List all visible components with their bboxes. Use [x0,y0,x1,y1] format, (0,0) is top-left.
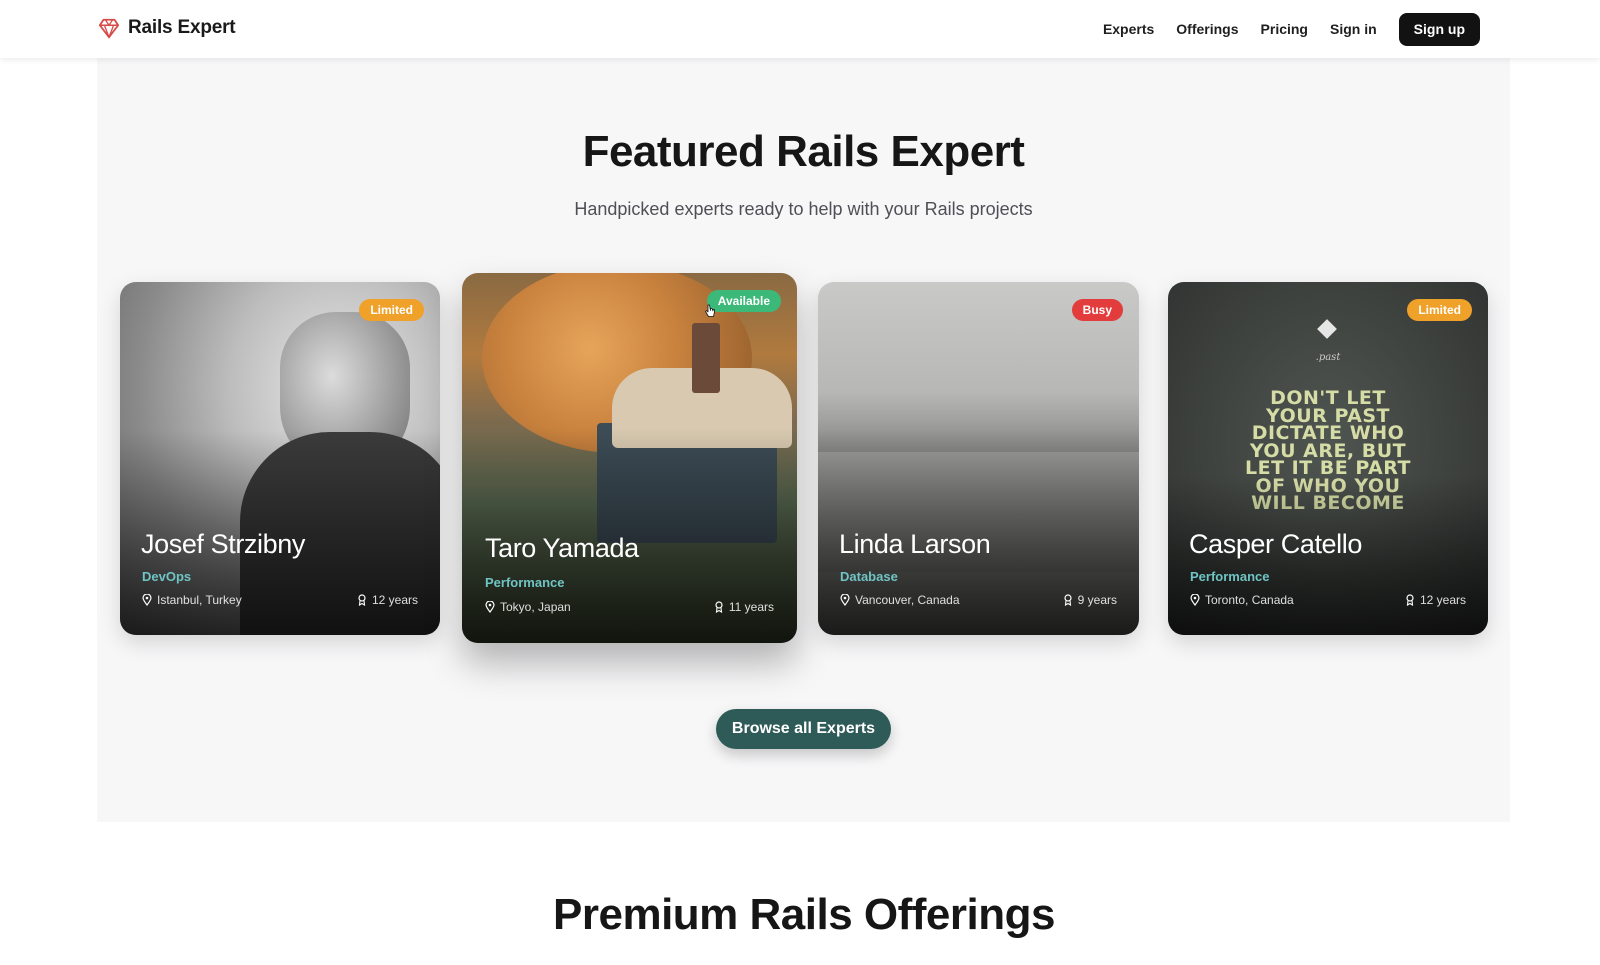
nav-experts[interactable]: Experts [1103,12,1154,46]
expert-name: Josef Strzibny [141,529,305,559]
experience-text: 9 years [1077,593,1117,607]
experience: 12 years [1405,593,1466,607]
hand-cursor-icon [705,304,715,317]
award-icon [1064,594,1072,606]
brand-name: Rails Expert [128,17,236,38]
award-icon [358,594,366,606]
featured-title: Featured Rails Expert [582,127,1025,176]
expert-name: Taro Yamada [485,533,639,563]
expert-name: Linda Larson [839,529,991,559]
expert-meta: Toronto, Canada 12 years [1190,593,1466,607]
experience: 11 years [714,600,774,614]
location: Vancouver, Canada [840,593,960,607]
nav-pricing[interactable]: Pricing [1261,12,1308,46]
expert-meta: Vancouver, Canada 9 years [840,593,1117,607]
location-pin-icon [1190,594,1200,606]
location: Tokyo, Japan [485,600,571,614]
sign-up-button[interactable]: Sign up [1398,12,1480,46]
location-text: Vancouver, Canada [855,593,960,607]
experience-text: 12 years [1419,593,1466,607]
expert-meta: Tokyo, Japan 11 years [485,600,774,614]
award-icon [1406,594,1414,606]
status-badge: Limited [1407,299,1472,321]
browse-all-experts-button[interactable]: Browse all Experts [716,709,891,749]
chimney [692,323,720,393]
expert-specialty: Performance [1190,569,1270,584]
brand[interactable]: Rails Expert [98,17,236,39]
expert-card-taro-yamada[interactable]: Available Taro Yamada Performance Tokyo,… [462,273,797,643]
experience-text: 12 years [371,593,418,607]
expert-meta: Istanbul, Turkey 12 years [142,593,418,607]
experience: 12 years [357,593,418,607]
experience: 9 years [1063,593,1117,607]
top-navbar: Rails Expert Experts Offerings Pricing S… [0,0,1600,58]
location: Istanbul, Turkey [142,593,242,607]
expert-specialty: Database [840,569,898,584]
expert-card-josef-strzibny[interactable]: Limited Josef Strzibny DevOps Istanbul, … [120,282,440,635]
location-pin-icon [840,594,850,606]
nav-offerings[interactable]: Offerings [1176,12,1238,46]
experience-text: 11 years [728,600,774,614]
status-badge: Busy [1071,299,1123,321]
location-text: Istanbul, Turkey [157,593,242,607]
expert-specialty: DevOps [142,569,192,584]
quote-caption: .past [1315,352,1341,363]
location-pin-icon [142,594,152,606]
status-badge: Limited [359,299,424,321]
featured-subtitle: Handpicked experts ready to help with yo… [574,199,1033,219]
expert-card-casper-catello[interactable]: .past DON'T LET YOUR PAST DICTATE WHO YO… [1168,282,1488,635]
location-pin-icon [485,601,495,613]
location-text: Toronto, Canada [1205,593,1294,607]
main-nav: Experts Offerings Pricing Sign in Sign u… [1081,12,1480,46]
ruby-gem-icon [98,18,120,39]
location-text: Tokyo, Japan [500,600,571,614]
location: Toronto, Canada [1190,593,1294,607]
expert-name: Casper Catello [1189,529,1362,559]
expert-specialty: Performance [485,575,565,590]
nav-sign-in[interactable]: Sign in [1330,12,1377,46]
premium-offerings-title: Premium Rails Offerings [553,890,1055,939]
expert-card-linda-larson[interactable]: Busy Linda Larson Database Vancouver, Ca… [818,282,1139,635]
status-badge: Available [706,290,781,312]
award-icon [715,601,723,613]
